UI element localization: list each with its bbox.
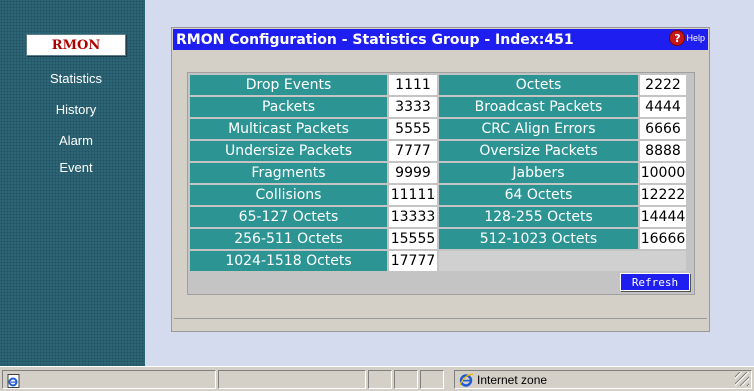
stat-label: 1024-1518 Octets (190, 251, 387, 271)
statistics-panel: RMON Configuration - Statistics Group - … (171, 27, 710, 332)
stat-value: 14444 (640, 207, 686, 227)
browser-status-bar: Internet zone (0, 366, 754, 391)
stat-value: 7777 (389, 141, 437, 161)
stat-value: 17777 (389, 251, 437, 271)
refresh-button[interactable]: Refresh (620, 273, 690, 291)
panel-divider (174, 318, 707, 319)
stat-label: Octets (439, 75, 638, 95)
stat-value: 2222 (640, 75, 686, 95)
table-row: Fragments 9999 Jabbers 10000 (190, 163, 686, 183)
status-progress-cell (218, 370, 366, 389)
table-row: 1024-1518 Octets 17777 (190, 251, 686, 271)
stat-label: Packets (190, 97, 387, 117)
stat-value: 12222 (640, 185, 686, 205)
status-message-cell (2, 370, 216, 389)
statistics-table-area: Drop Events 1111 Octets 2222 Packets 3333 Broa… (187, 72, 695, 295)
stat-value: 13333 (389, 207, 437, 227)
stat-label: 128-255 Octets (439, 207, 638, 227)
stat-label: 65-127 Octets (190, 207, 387, 227)
table-row: Collisions 11111 64 Octets 12222 (190, 185, 686, 205)
table-row: Packets 3333 Broadcast Packets 4444 (190, 97, 686, 117)
resize-grip-icon[interactable] (735, 372, 749, 386)
stat-value: 11111 (389, 185, 437, 205)
table-row: Drop Events 1111 Octets 2222 (190, 75, 686, 95)
stat-label: Fragments (190, 163, 387, 183)
stat-value: 8888 (640, 141, 686, 161)
stat-label: Undersize Packets (190, 141, 387, 161)
sidebar-nav: RMON Statistics History Alarm Event (0, 0, 145, 366)
table-row: Multicast Packets 5555 CRC Align Errors 666… (190, 119, 686, 139)
stat-label: 512-1023 Octets (439, 229, 638, 249)
stat-label: Multicast Packets (190, 119, 387, 139)
stat-label: Jabbers (439, 163, 638, 183)
ie-globe-icon (459, 373, 474, 387)
stat-value: 9999 (389, 163, 437, 183)
stat-value: 6666 (640, 119, 686, 139)
empty-cell (439, 251, 686, 271)
stat-label: Drop Events (190, 75, 387, 95)
rmon-button[interactable]: RMON (26, 34, 126, 56)
question-mark-icon: ? (669, 30, 686, 46)
table-row: 256-511 Octets 15555 512-1023 Octets 16666 (190, 229, 686, 249)
panel-title-bar: RMON Configuration - Statistics Group - … (173, 29, 708, 50)
stat-value: 16666 (640, 229, 686, 249)
stat-value: 15555 (389, 229, 437, 249)
stat-label: 256-511 Octets (190, 229, 387, 249)
stat-label: Broadcast Packets (439, 97, 638, 117)
status-cell (420, 370, 444, 389)
help-label: Help (686, 33, 705, 43)
stat-label: 64 Octets (439, 185, 638, 205)
status-cell (394, 370, 418, 389)
page-title: RMON Configuration - Statistics Group - … (176, 31, 574, 48)
sidebar-item-statistics[interactable]: Statistics (0, 71, 152, 86)
status-cell (368, 370, 392, 389)
ie-page-icon (7, 374, 20, 388)
stat-value: 10000 (640, 163, 686, 183)
table-row: 65-127 Octets 13333 128-255 Octets 14444 (190, 207, 686, 227)
statistics-table: Drop Events 1111 Octets 2222 Packets 3333 Broa… (188, 73, 688, 273)
sidebar-item-alarm[interactable]: Alarm (0, 133, 152, 148)
zone-label: Internet zone (477, 373, 548, 387)
stat-value: 5555 (389, 119, 437, 139)
stat-label: CRC Align Errors (439, 119, 638, 139)
stat-value: 4444 (640, 97, 686, 117)
stat-value: 1111 (389, 75, 437, 95)
stat-label: Oversize Packets (439, 141, 638, 161)
table-row: Undersize Packets 7777 Oversize Packets 888… (190, 141, 686, 161)
stat-value: 3333 (389, 97, 437, 117)
status-zone-cell: Internet zone (454, 370, 752, 389)
sidebar-item-event[interactable]: Event (0, 160, 152, 175)
sidebar-item-history[interactable]: History (0, 102, 152, 117)
stat-label: Collisions (190, 185, 387, 205)
help-button[interactable]: ? Help (669, 30, 705, 46)
